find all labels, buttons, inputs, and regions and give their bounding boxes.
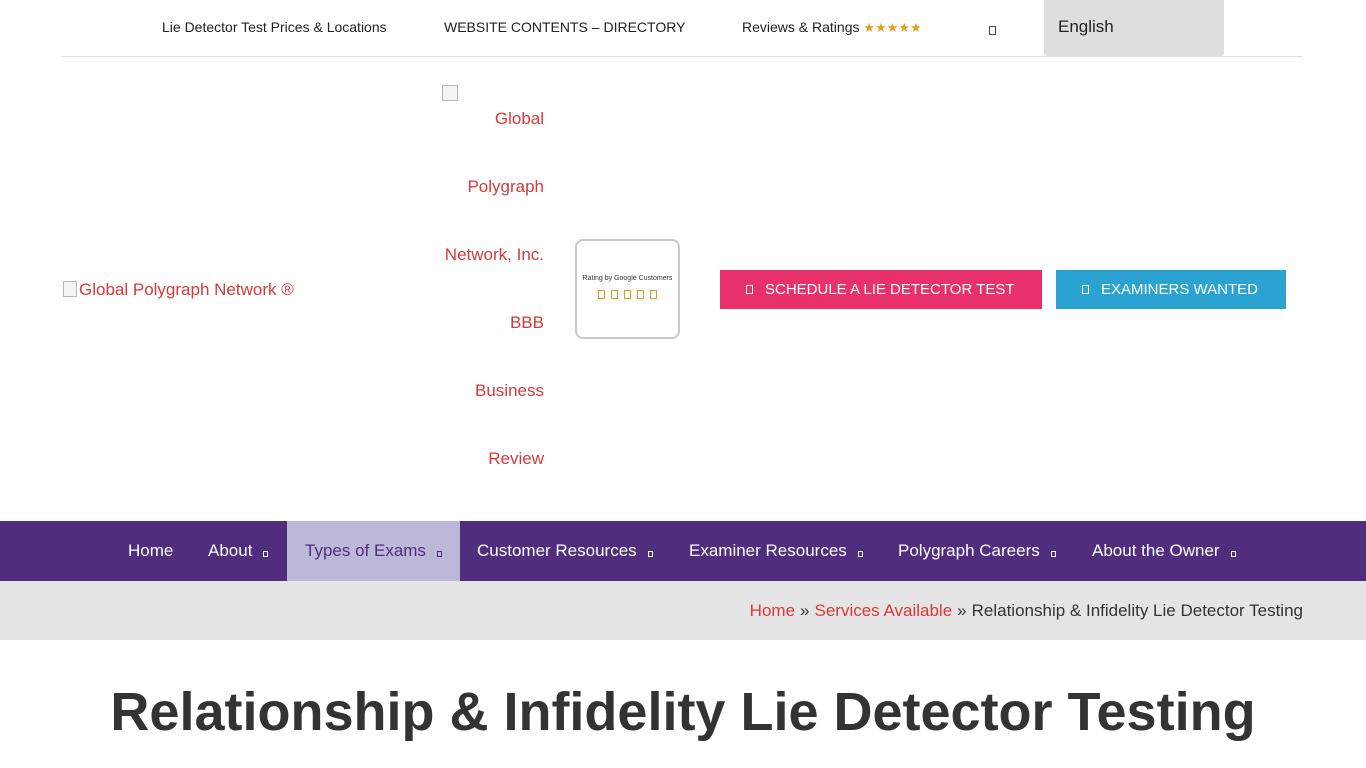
nav-item-examiner-resources[interactable]: Examiner Resources <box>672 521 880 581</box>
broken-image-icon <box>63 281 77 297</box>
breadcrumb-separator: » <box>957 601 967 620</box>
nav-item-label: Polygraph Careers <box>898 541 1040 560</box>
rating-stars <box>577 286 678 304</box>
page-title: Relationship & Infidelity Lie Detector T… <box>110 682 1256 742</box>
nav-item-label: About <box>208 541 253 560</box>
site-logo-alt: Global Polygraph Network ® <box>79 280 294 299</box>
broken-image-icon <box>442 85 458 101</box>
bbb-link-line[interactable]: BBB <box>510 313 544 333</box>
bbb-link-line[interactable]: Polygraph <box>467 177 544 197</box>
breadcrumb-services-link[interactable]: Services Available <box>815 601 953 620</box>
breadcrumb-bar: Home» Services Available» Relationship & I… <box>0 581 1366 640</box>
user-icon <box>1082 285 1089 294</box>
main-navigation: Home About Types of Exams Customer Resou… <box>0 521 1366 581</box>
nav-item-label: Customer Resources <box>477 541 637 560</box>
chevron-down-icon <box>1230 551 1236 557</box>
breadcrumb-current: Relationship & Infidelity Lie Detector T… <box>971 601 1303 620</box>
bbb-link-line[interactable]: Global <box>495 109 544 129</box>
nav-item-about-the-owner[interactable]: About the Owner <box>1075 521 1253 581</box>
site-logo[interactable]: Global Polygraph Network ® <box>63 280 294 300</box>
chevron-down-icon <box>857 551 863 557</box>
nav-item-home[interactable]: Home <box>111 521 190 581</box>
breadcrumb-separator: » <box>800 601 810 620</box>
chevron-down-icon <box>1050 551 1056 557</box>
chevron-down-icon <box>647 551 653 557</box>
examiners-wanted-button[interactable]: EXAMINERS WANTED <box>1056 270 1286 309</box>
directory-link[interactable]: WEBSITE CONTENTS – DIRECTORY <box>444 19 685 35</box>
star-icon <box>637 290 644 299</box>
nav-item-label: Home <box>128 541 174 560</box>
nav-item-customer-resources[interactable]: Customer Resources <box>460 521 670 581</box>
star-icon <box>598 290 605 299</box>
bbb-link-line[interactable]: Network, Inc. <box>445 245 544 265</box>
star-icon <box>611 290 618 299</box>
reviews-ratings-link[interactable]: Reviews & Ratings ★★★★★ <box>742 19 922 36</box>
search-icon[interactable] <box>989 22 996 40</box>
chevron-down-icon <box>436 551 442 557</box>
breadcrumb-home-link[interactable]: Home <box>750 601 795 620</box>
star-icon <box>624 290 631 299</box>
google-rating-badge[interactable]: Rating by Google Customers <box>575 239 680 339</box>
examiners-wanted-label: EXAMINERS WANTED <box>1101 281 1258 298</box>
rating-badge-text: Rating by Google Customers <box>582 275 673 282</box>
top-bar: Lie Detector Test Prices & Locations WEB… <box>0 0 1366 57</box>
topbar-divider <box>62 56 1303 57</box>
bbb-link-line[interactable]: Business <box>475 381 544 401</box>
schedule-test-button[interactable]: SCHEDULE A LIE DETECTOR TEST <box>720 270 1042 309</box>
reviews-stars: ★★★★★ <box>863 20 922 35</box>
nav-item-label: Examiner Resources <box>689 541 847 560</box>
language-selector[interactable]: English <box>1044 0 1224 56</box>
star-icon <box>650 290 657 299</box>
breadcrumb: Home» Services Available» Relationship & I… <box>750 601 1303 621</box>
nav-item-label: Types of Exams <box>305 541 426 560</box>
nav-item-types-of-exams[interactable]: Types of Exams <box>287 521 460 581</box>
bbb-link-line[interactable]: Review <box>488 449 544 469</box>
chevron-down-icon <box>263 551 269 557</box>
nav-item-about[interactable]: About <box>191 521 285 581</box>
prices-locations-link[interactable]: Lie Detector Test Prices & Locations <box>162 19 387 35</box>
nav-item-label: About the Owner <box>1092 541 1220 560</box>
calendar-icon <box>746 285 753 294</box>
nav-item-polygraph-careers[interactable]: Polygraph Careers <box>881 521 1073 581</box>
schedule-test-label: SCHEDULE A LIE DETECTOR TEST <box>765 281 1015 298</box>
reviews-ratings-label: Reviews & Ratings <box>742 19 860 35</box>
